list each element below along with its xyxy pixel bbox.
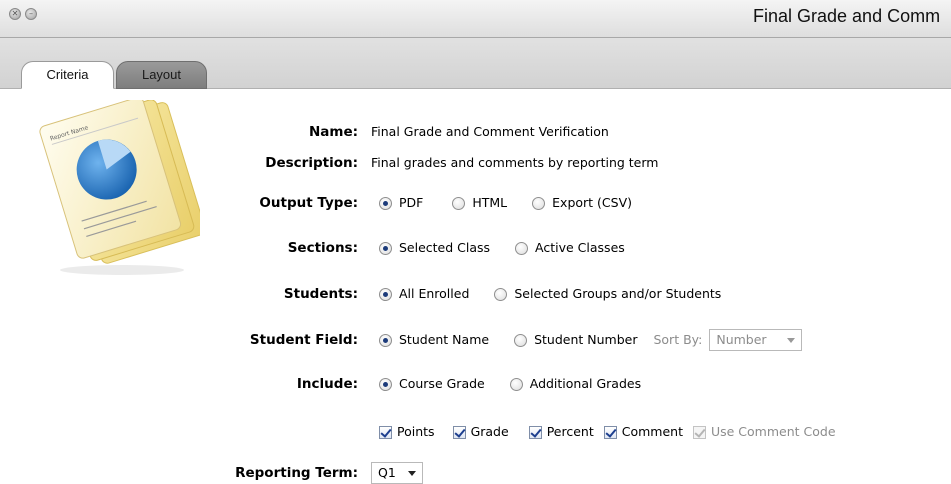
- students-selected-groups-radio[interactable]: Selected Groups and/or Students: [494, 283, 721, 305]
- checkbox-checked-icon[interactable]: [603, 425, 617, 439]
- output-type-label: Output Type:: [259, 195, 358, 211]
- row-include: Include: Course Grade Additional Grades: [0, 373, 951, 395]
- output-pdf-label: PDF: [399, 195, 424, 210]
- row-students: Students: All Enrolled Selected Groups a…: [0, 283, 951, 305]
- include-course-grade-label: Course Grade: [399, 376, 485, 391]
- comment-checkbox[interactable]: Comment: [603, 421, 683, 443]
- output-html-radio[interactable]: HTML: [452, 192, 507, 214]
- sections-selected-class-label: Selected Class: [399, 240, 491, 255]
- output-csv-label: Export (CSV): [552, 195, 633, 210]
- checkbox-checked-icon[interactable]: [379, 425, 392, 439]
- points-label: Points: [397, 424, 435, 439]
- sections-options: Selected Class Active Classes: [379, 237, 650, 259]
- reporting-term-label: Reporting Term:: [235, 465, 358, 481]
- name-label: Name:: [308, 124, 358, 140]
- tab-bar: Criteria Layout: [0, 38, 951, 89]
- include-additional-grades-label: Additional Grades: [529, 376, 642, 391]
- description-value: Final grades and comments by reporting t…: [371, 155, 659, 170]
- include-label: Include:: [296, 376, 358, 392]
- output-type-options: PDF HTML Export (CSV): [379, 192, 657, 214]
- include-checkbox-group: Points Grade Percent Comment Use Comment…: [379, 421, 836, 443]
- include-options: Course Grade Additional Grades: [379, 373, 666, 395]
- sections-label: Sections:: [287, 240, 358, 256]
- grade-checkbox[interactable]: Grade: [452, 421, 509, 443]
- sections-active-classes-label: Active Classes: [535, 240, 625, 255]
- radio-unselected-icon[interactable]: [514, 333, 528, 347]
- radio-unselected-icon[interactable]: [532, 196, 546, 210]
- percent-checkbox[interactable]: Percent: [528, 421, 594, 443]
- student-number-radio[interactable]: Student Number: [514, 329, 637, 351]
- row-student-field: Student Field: Student Name Student Numb…: [0, 329, 951, 351]
- sort-by-label: Sort By:: [653, 332, 703, 347]
- radio-selected-icon[interactable]: [379, 241, 392, 255]
- checkbox-checked-icon[interactable]: [528, 425, 542, 439]
- use-comment-code-label: Use Comment Code: [710, 424, 836, 439]
- radio-unselected-icon[interactable]: [509, 377, 523, 391]
- sort-by-select[interactable]: Number: [709, 329, 803, 351]
- include-additional-grades-radio[interactable]: Additional Grades: [509, 373, 642, 395]
- radio-unselected-icon[interactable]: [515, 241, 529, 255]
- students-all-enrolled-radio[interactable]: All Enrolled: [379, 283, 469, 305]
- use-comment-code-checkbox[interactable]: Use Comment Code: [692, 421, 836, 443]
- name-value: Final Grade and Comment Verification: [371, 124, 609, 139]
- row-output-type: Output Type: PDF HTML Export (CSV): [0, 192, 951, 214]
- row-description: Description: Final grades and comments b…: [0, 152, 951, 174]
- sections-active-classes-radio[interactable]: Active Classes: [515, 237, 625, 259]
- reporting-term-value: Q1: [378, 465, 396, 480]
- description-label: Description:: [265, 155, 358, 171]
- grade-label: Grade: [470, 424, 509, 439]
- radio-selected-icon[interactable]: [379, 287, 392, 301]
- output-pdf-radio[interactable]: PDF: [379, 192, 423, 214]
- radio-selected-icon[interactable]: [379, 333, 392, 347]
- student-number-label: Student Number: [534, 332, 638, 347]
- minimize-icon[interactable]: –: [25, 8, 37, 20]
- students-selected-groups-label: Selected Groups and/or Students: [514, 286, 722, 301]
- window-titlebar: ✕ – Final Grade and Comm: [0, 0, 951, 38]
- checkbox-checked-icon[interactable]: [452, 425, 466, 439]
- radio-unselected-icon[interactable]: [452, 196, 466, 210]
- radio-selected-icon[interactable]: [379, 196, 392, 210]
- row-reporting-term: Reporting Term: Q1: [0, 462, 951, 484]
- radio-unselected-icon[interactable]: [494, 287, 508, 301]
- radio-selected-icon[interactable]: [379, 377, 392, 391]
- checkbox-disabled-icon[interactable]: [692, 425, 706, 439]
- student-name-radio[interactable]: Student Name: [379, 329, 489, 351]
- student-name-label: Student Name: [399, 332, 490, 347]
- include-course-grade-radio[interactable]: Course Grade: [379, 373, 485, 395]
- output-csv-radio[interactable]: Export (CSV): [532, 192, 632, 214]
- sort-by-value: Number: [716, 332, 767, 347]
- chevron-down-icon: [408, 470, 416, 476]
- reporting-term-select[interactable]: Q1: [371, 462, 423, 484]
- row-name: Name: Final Grade and Comment Verificati…: [0, 121, 951, 143]
- tab-criteria[interactable]: Criteria: [21, 61, 114, 89]
- row-include-checkboxes: Points Grade Percent Comment Use Comment…: [0, 421, 951, 443]
- close-icon[interactable]: ✕: [9, 8, 21, 20]
- student-field-label: Student Field:: [249, 332, 358, 348]
- comment-label: Comment: [621, 424, 683, 439]
- chevron-down-icon: [787, 337, 796, 343]
- row-sections: Sections: Selected Class Active Classes: [0, 237, 951, 259]
- percent-label: Percent: [546, 424, 594, 439]
- students-all-enrolled-label: All Enrolled: [399, 286, 470, 301]
- window-title: Final Grade and Comm: [753, 6, 941, 26]
- students-label: Students:: [283, 286, 358, 302]
- tab-layout[interactable]: Layout: [116, 61, 207, 89]
- points-checkbox[interactable]: Points: [379, 421, 435, 443]
- students-options: All Enrolled Selected Groups and/or Stud…: [379, 283, 746, 305]
- student-field-options: Student Name Student Number Sort By: Num…: [379, 329, 803, 351]
- sections-selected-class-radio[interactable]: Selected Class: [379, 237, 490, 259]
- output-html-label: HTML: [472, 195, 508, 210]
